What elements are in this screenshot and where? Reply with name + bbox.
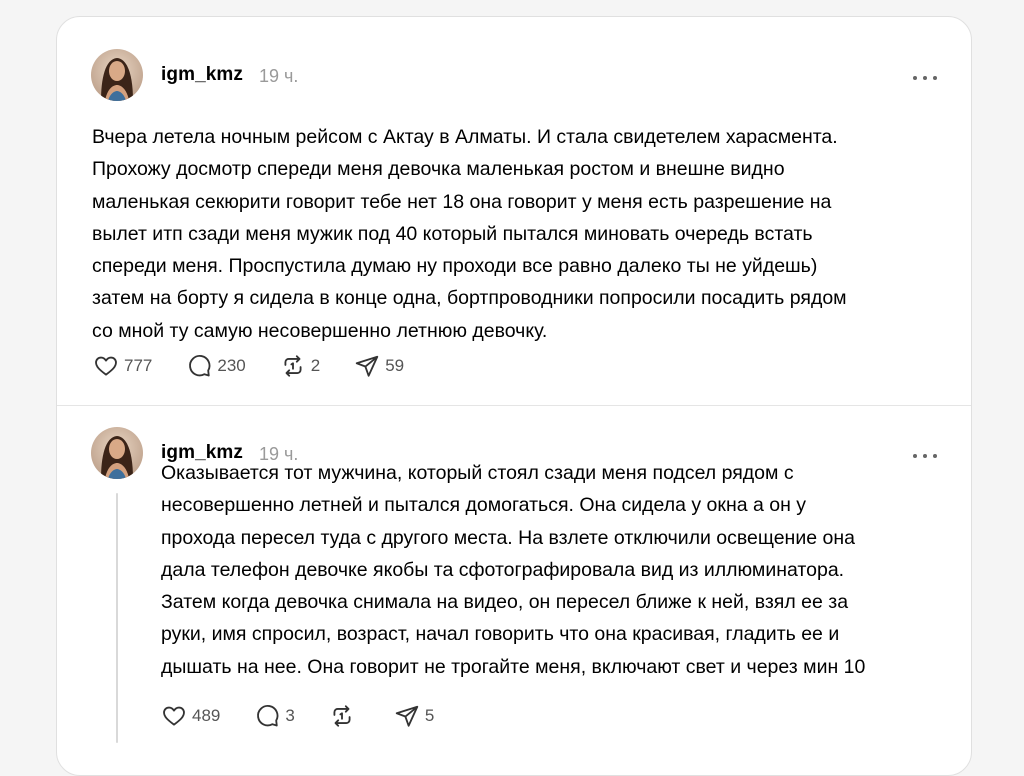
like-count: 489 <box>192 706 221 725</box>
post-actions: 489 3 5 <box>161 703 468 729</box>
comment-icon <box>189 354 211 377</box>
more-icon[interactable] <box>913 71 937 85</box>
thread-card: igm_kmz 19 ч. Вчера летела ночным рейсом… <box>56 16 972 776</box>
avatar[interactable] <box>91 427 143 479</box>
share-button[interactable]: 59 <box>354 353 404 379</box>
comment-icon <box>257 704 279 727</box>
share-button[interactable]: 5 <box>394 703 434 729</box>
like-button[interactable]: 777 <box>93 353 152 379</box>
repost-icon <box>284 355 302 377</box>
post: igm_kmz 19 ч. Оказывается тот мужчина, к… <box>57 405 971 775</box>
reply-button[interactable]: 3 <box>254 703 295 729</box>
post-text: Вчера летела ночным рейсом с Актау в Алм… <box>92 126 847 342</box>
reply-count: 230 <box>217 356 246 375</box>
post: igm_kmz 19 ч. Вчера летела ночным рейсом… <box>57 17 971 406</box>
post-time: 19 ч. <box>259 66 299 86</box>
avatar[interactable] <box>91 49 143 101</box>
like-button[interactable]: 489 <box>161 703 220 729</box>
repost-count: 2 <box>310 356 321 375</box>
post-actions: 777 230 2 59 <box>93 353 438 379</box>
username[interactable]: igm_kmz <box>161 64 243 86</box>
thread-line <box>116 493 118 743</box>
reply-count: 3 <box>285 706 295 725</box>
heart-icon <box>95 356 117 376</box>
repost-button[interactable] <box>329 703 360 729</box>
share-count: 5 <box>424 706 435 725</box>
post-text: Оказывается тот мужчина, который стоял с… <box>161 462 866 678</box>
like-count: 777 <box>124 356 153 375</box>
send-icon <box>395 705 419 727</box>
share-count: 59 <box>385 356 405 375</box>
repost-button[interactable]: 2 <box>280 353 320 379</box>
heart-icon <box>163 706 185 726</box>
reply-button[interactable]: 230 <box>186 353 246 379</box>
repost-icon <box>333 705 351 727</box>
send-icon <box>356 355 379 377</box>
